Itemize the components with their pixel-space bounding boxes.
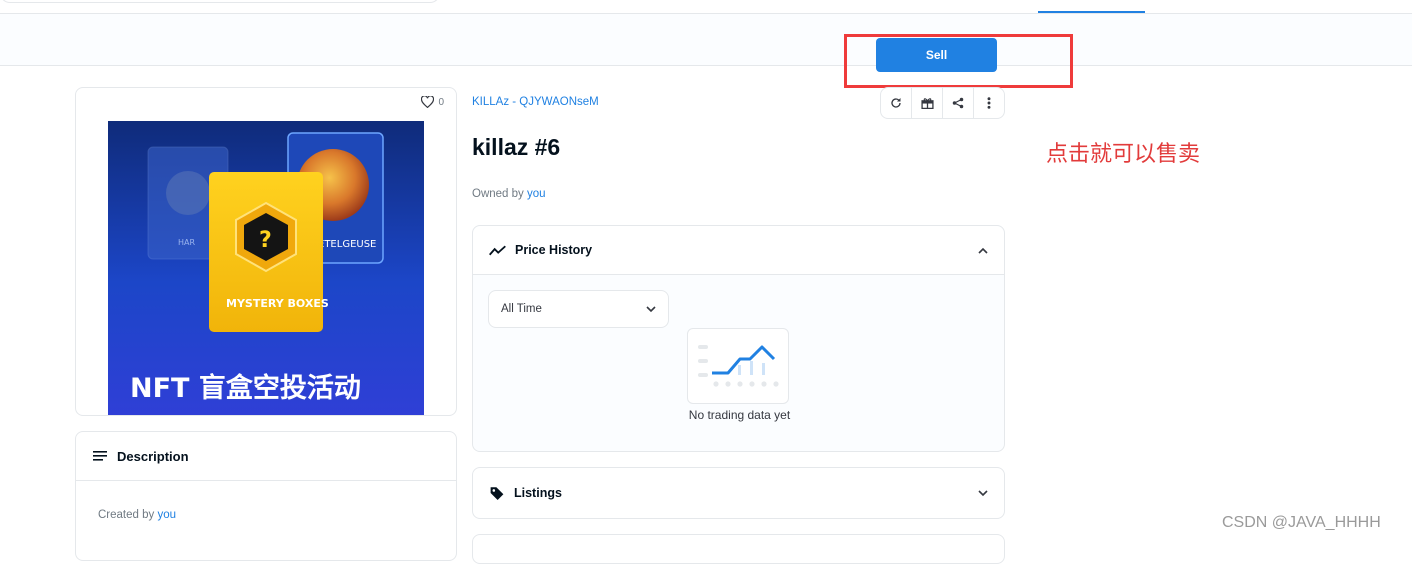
transfer-button[interactable] xyxy=(912,88,943,118)
description-title: Description xyxy=(117,448,189,464)
svg-text:?: ? xyxy=(259,228,272,253)
chevron-up-icon[interactable] xyxy=(978,247,988,254)
image-box-label: MYSTERY BOXES xyxy=(226,297,329,310)
description-header[interactable]: Description xyxy=(76,432,456,481)
favorite-count: 0 xyxy=(438,96,444,108)
share-icon xyxy=(952,97,964,109)
listings-title: Listings xyxy=(514,486,562,500)
description-list-icon xyxy=(93,451,107,461)
price-history-header[interactable]: Price History xyxy=(473,226,1004,275)
refresh-icon xyxy=(891,98,901,108)
price-history-panel: Price History All Time No trading data y… xyxy=(472,225,1005,452)
favorite-button[interactable]: 0 xyxy=(421,96,444,108)
price-history-title: Price History xyxy=(515,243,593,257)
search-input[interactable] xyxy=(0,0,440,3)
image-caption: NFT 盲盒空投活动 xyxy=(130,372,361,404)
asset-toolbar xyxy=(880,87,1005,119)
created-by-label: Created by xyxy=(98,509,158,521)
nft-image[interactable]: HAR ETELGEUSE ? MYSTERY BOXES NFT 盲盒空投活动 xyxy=(108,121,424,415)
refresh-button[interactable] xyxy=(881,88,912,118)
offers-panel[interactable] xyxy=(472,534,1005,564)
heart-icon xyxy=(421,96,435,108)
share-button[interactable] xyxy=(943,88,974,118)
annotation-text: 点击就可以售卖 xyxy=(1046,141,1201,166)
image-card-label: ETELGEUSE xyxy=(318,239,376,250)
watermark-text: CSDN @JAVA_HHHH xyxy=(1222,514,1381,531)
creator-link[interactable]: you xyxy=(157,509,176,521)
image-card-label-left: HAR xyxy=(178,238,195,247)
tag-icon xyxy=(490,487,504,500)
chevron-down-icon xyxy=(978,489,988,496)
no-trading-data-text: No trading data yet xyxy=(688,408,791,422)
owned-by-label: Owned by xyxy=(472,188,527,200)
asset-title: killaz #6 xyxy=(472,134,561,160)
time-range-select[interactable]: All Time xyxy=(488,290,669,328)
asset-image-card: 0 HAR ETELGEUSE ? MYSTERY BOXES NFT 盲盒空投… xyxy=(75,87,457,416)
asset-action-bar: Sell xyxy=(0,14,1412,88)
top-nav xyxy=(0,0,1412,14)
empty-chart-illustration xyxy=(687,328,789,404)
more-button[interactable] xyxy=(974,88,1004,118)
owned-by: Owned by you xyxy=(472,188,546,200)
highlight-box-annotation xyxy=(844,34,1073,88)
owner-link[interactable]: you xyxy=(527,188,546,200)
description-panel: Description Created by you xyxy=(75,431,457,561)
collection-link[interactable]: KILLAz - QJYWAONseM xyxy=(472,96,599,108)
active-tab-indicator xyxy=(1038,11,1145,13)
listings-panel-header[interactable]: Listings xyxy=(472,467,1005,519)
more-icon xyxy=(987,97,991,109)
gift-icon xyxy=(920,98,934,109)
chart-line-icon xyxy=(489,245,506,255)
time-range-value: All Time xyxy=(501,303,542,315)
description-body: Created by you xyxy=(76,481,456,549)
chevron-down-icon xyxy=(646,305,656,312)
